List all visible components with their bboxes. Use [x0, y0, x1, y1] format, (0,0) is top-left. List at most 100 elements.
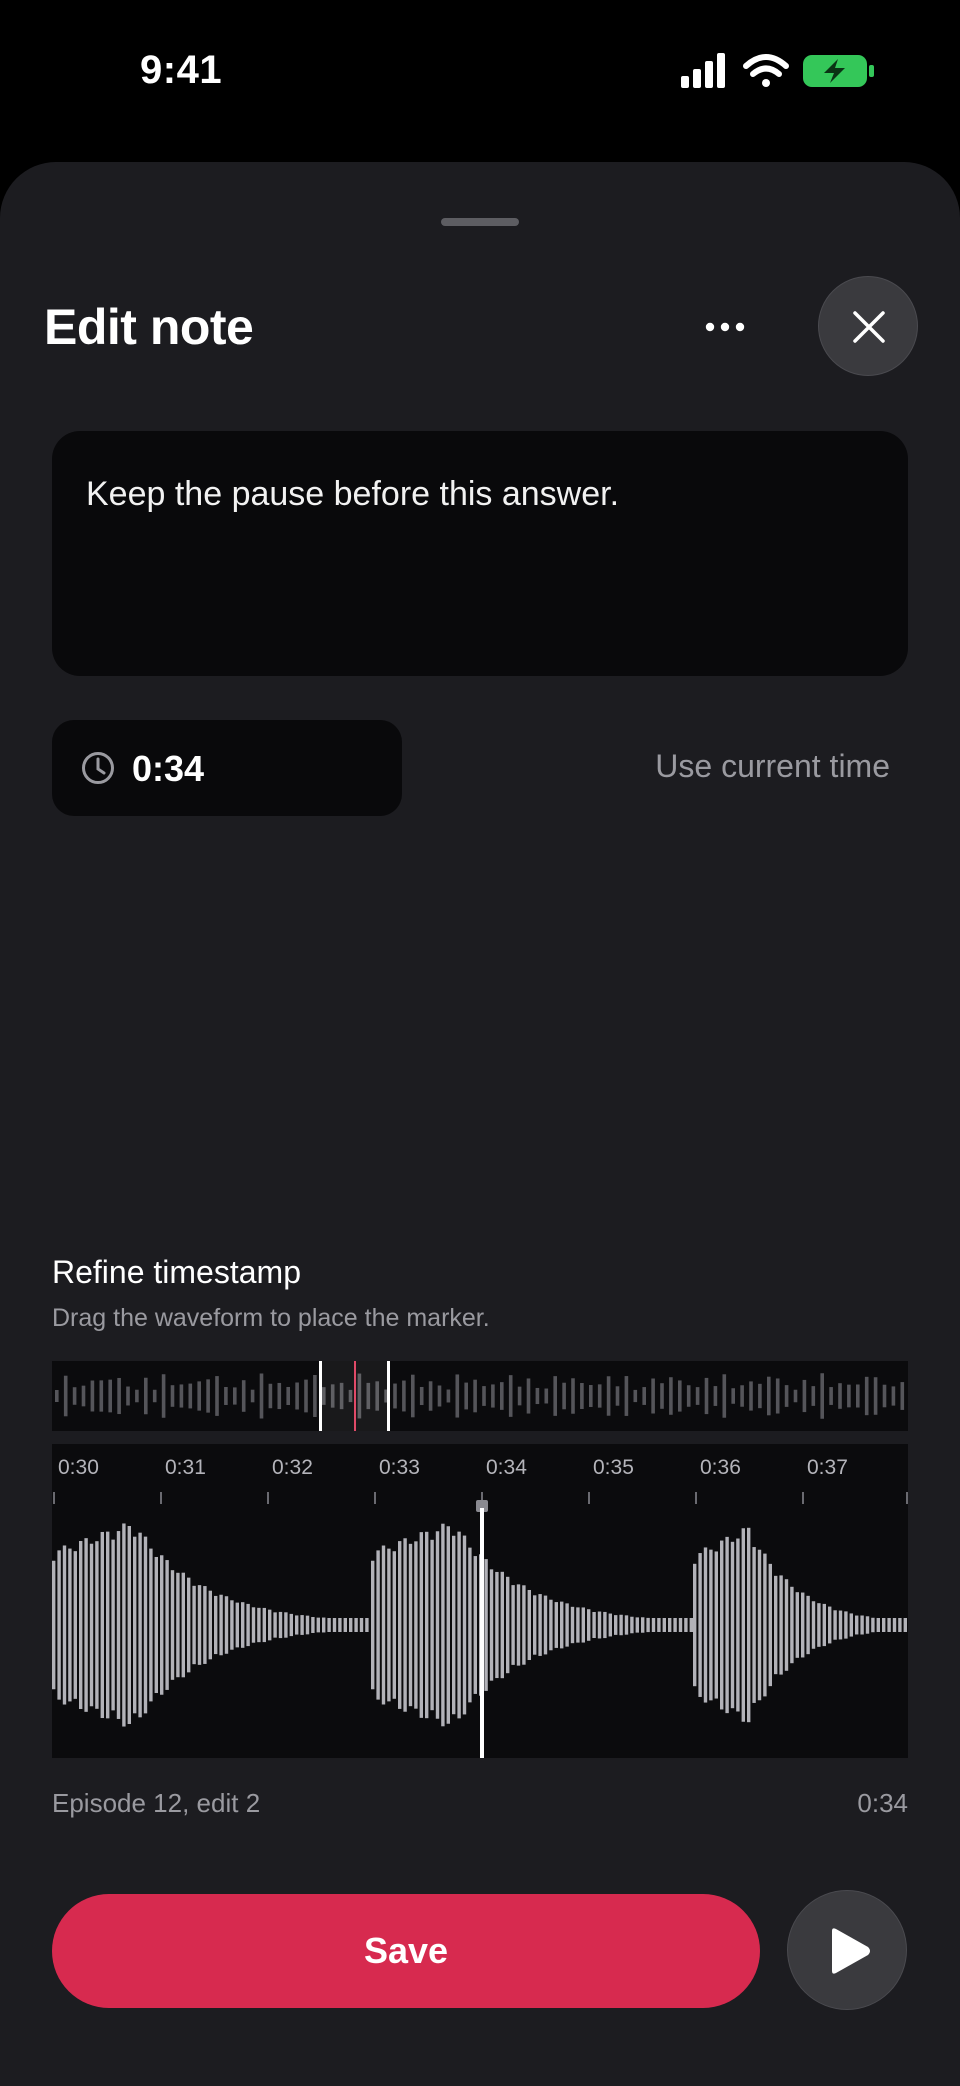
waveform-bar — [116, 1531, 121, 1719]
use-current-time-button[interactable]: Use current time — [655, 748, 890, 785]
waveform-bar — [522, 1585, 526, 1665]
overview-bar — [731, 1388, 735, 1404]
waveform-bar — [111, 1539, 115, 1711]
overview-bar — [117, 1377, 121, 1415]
waveform-bar — [747, 1527, 751, 1723]
play-button[interactable] — [787, 1890, 907, 2010]
sheet-grabber[interactable] — [441, 218, 519, 226]
waveform-bar — [489, 1569, 494, 1681]
waveform-bar — [581, 1607, 585, 1643]
overview-bar — [241, 1380, 246, 1412]
waveform-bar — [849, 1613, 853, 1637]
timestamp-value: 0:34 — [132, 748, 205, 789]
overview-bar — [624, 1376, 629, 1416]
clock-icon — [82, 752, 114, 784]
waveform-bar — [473, 1556, 477, 1694]
overview-bar — [562, 1382, 566, 1410]
overview-bar — [482, 1386, 486, 1406]
waveform-bar — [354, 1618, 358, 1632]
waveform-bar — [327, 1618, 331, 1632]
overview-bar — [535, 1387, 540, 1405]
more-options-button[interactable] — [700, 300, 750, 350]
overview-bar — [437, 1385, 442, 1407]
save-button[interactable]: Save — [52, 1894, 760, 2008]
waveform-bar — [833, 1610, 837, 1640]
waveform-bar — [592, 1611, 596, 1639]
waveform-bar — [684, 1618, 688, 1632]
overview-bar — [820, 1373, 824, 1419]
overview-bar — [135, 1389, 139, 1403]
waveform-bar — [295, 1615, 299, 1635]
note-textarea[interactable]: Keep the pause before this answer. — [52, 431, 908, 676]
waveform-bar — [257, 1607, 261, 1643]
overview-bar — [206, 1379, 210, 1413]
waveform-bar — [176, 1572, 180, 1678]
waveform-bar — [565, 1603, 569, 1647]
overview-bar — [286, 1386, 290, 1406]
waveform-bar — [349, 1618, 353, 1632]
overview-bar — [197, 1381, 201, 1411]
waveform-bar — [187, 1577, 191, 1673]
overview-bar — [63, 1375, 68, 1417]
waveform-bar — [570, 1606, 575, 1644]
waveform-bar — [725, 1536, 729, 1714]
waveform-bar — [865, 1616, 870, 1634]
waveform-bar — [693, 1563, 697, 1687]
waveform-bar — [876, 1618, 880, 1632]
waveform-overview[interactable] — [52, 1361, 908, 1431]
waveform-bar — [284, 1612, 288, 1638]
waveform-bar — [138, 1532, 142, 1718]
overview-bar — [686, 1385, 691, 1407]
waveform-bar — [381, 1545, 386, 1705]
waveform-bar — [197, 1585, 202, 1665]
waveform-bar — [641, 1617, 645, 1633]
overview-bar — [500, 1382, 504, 1410]
waveform-bar — [495, 1571, 499, 1679]
close-button[interactable] — [818, 276, 918, 376]
overview-bar — [606, 1376, 611, 1416]
waveform-bar — [300, 1615, 304, 1635]
waveform-bar — [133, 1536, 137, 1714]
refine-timestamp-subtitle: Drag the waveform to place the marker. — [52, 1304, 490, 1332]
waveform-bar — [678, 1618, 683, 1632]
waveform-bar — [122, 1523, 126, 1727]
waveform-bar — [365, 1618, 369, 1632]
waveform-bar — [170, 1570, 175, 1680]
waveform-bar — [359, 1618, 364, 1632]
waveform-bar — [619, 1614, 623, 1636]
waveform-bar — [538, 1594, 542, 1656]
waveform-bar — [241, 1602, 245, 1648]
waveform-bar — [446, 1526, 450, 1724]
overview-bar — [455, 1374, 460, 1418]
waveform-bar — [516, 1584, 521, 1666]
waveform-bar — [790, 1586, 794, 1664]
overview-bar — [55, 1390, 59, 1402]
overview-bar — [669, 1377, 673, 1415]
timestamp-field[interactable]: 0:34 — [52, 720, 402, 816]
overview-bar — [722, 1374, 727, 1418]
waveform-bar — [709, 1549, 713, 1701]
waveform-bar — [817, 1603, 821, 1647]
waveform-bar — [730, 1541, 735, 1709]
waveform-bar — [160, 1555, 164, 1695]
waveform-bar — [343, 1618, 347, 1632]
waveform-bar — [84, 1538, 88, 1712]
waveform-bar — [614, 1615, 618, 1635]
overview-bar — [464, 1382, 468, 1410]
overview-bar — [188, 1383, 193, 1409]
waveform-bar — [720, 1540, 724, 1710]
overview-bar — [882, 1384, 887, 1408]
overview-bar — [838, 1383, 842, 1409]
waveform-scrubber[interactable]: 0:30 0:31 0:32 0:33 0:34 0:35 0:36 0:37 — [52, 1444, 908, 1758]
waveform-bar — [273, 1612, 277, 1638]
overview-bar — [517, 1386, 522, 1406]
overview-bar — [856, 1384, 860, 1408]
waveform-bar — [452, 1535, 456, 1715]
overview-viewport-left-edge — [319, 1361, 322, 1431]
waveform-bar — [668, 1618, 672, 1632]
waveform-bar — [62, 1545, 67, 1705]
waveform-bar — [192, 1585, 196, 1665]
overview-bar — [304, 1379, 308, 1413]
waveform-bar — [203, 1586, 207, 1664]
waveform-bar — [251, 1607, 256, 1643]
